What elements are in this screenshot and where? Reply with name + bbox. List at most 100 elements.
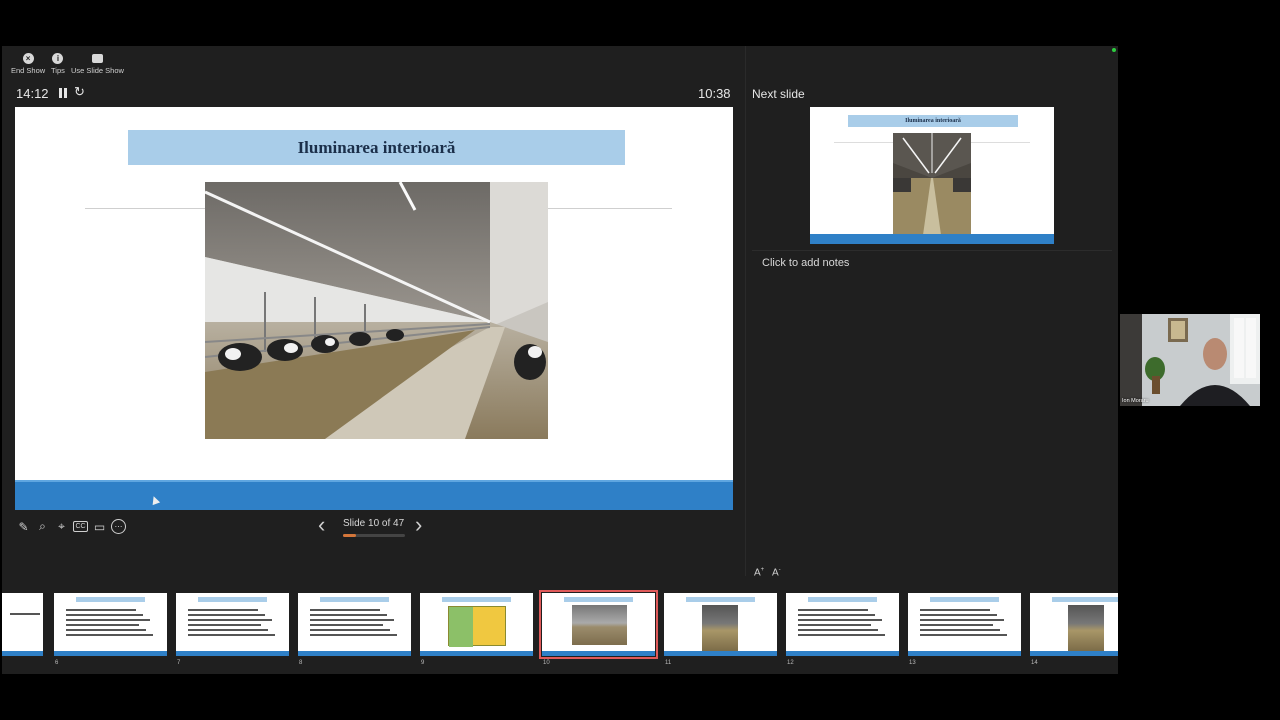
thumbnail-text-line bbox=[188, 619, 272, 621]
slide-thumbnail[interactable] bbox=[54, 593, 167, 656]
webcam-video bbox=[1120, 314, 1260, 406]
speaker-notes[interactable]: Click to add notes bbox=[762, 257, 849, 269]
increase-font-button[interactable]: A+ bbox=[754, 567, 764, 578]
slide-number: 9 bbox=[421, 660, 425, 666]
thumbnail-text-line bbox=[310, 609, 380, 611]
thumbnail-text-line bbox=[798, 614, 875, 616]
info-icon: i bbox=[52, 53, 64, 64]
webcam-feed[interactable]: Ion Moraru bbox=[1120, 314, 1260, 406]
pointer-icon[interactable]: ⌖ bbox=[54, 519, 69, 534]
participant-name: Ion Moraru bbox=[1122, 398, 1149, 404]
slide-number: 6 bbox=[55, 660, 59, 666]
thumbnail-text-line bbox=[920, 634, 1007, 636]
thumbnail-footer-bar bbox=[908, 651, 1021, 656]
thumbnail-text-line bbox=[920, 614, 997, 616]
slide-counter: Slide 10 of 47 bbox=[343, 518, 405, 529]
slideshow-icon bbox=[91, 54, 103, 63]
thumbnail-footer-bar bbox=[298, 651, 411, 656]
current-slide[interactable]: Iluminarea interioară bbox=[15, 107, 733, 510]
thumbnail-title-bar bbox=[686, 597, 755, 602]
thumbnail-text-line bbox=[66, 609, 136, 611]
thumbnail-text-line bbox=[188, 629, 268, 631]
pen-icon[interactable]: ✎ bbox=[16, 519, 31, 534]
slide-number: 11 bbox=[665, 660, 672, 666]
slide-progress bbox=[343, 534, 405, 537]
subtitles-icon[interactable]: CC bbox=[73, 521, 88, 532]
thumbnail-photo bbox=[702, 605, 738, 651]
thumbnail-text-line bbox=[10, 613, 40, 615]
previous-slide-button[interactable]: ‹ bbox=[318, 514, 325, 536]
elapsed-timer: 14:12 bbox=[16, 86, 49, 101]
thumbnail-title-bar bbox=[76, 597, 145, 602]
thumbnail-title-bar bbox=[198, 597, 267, 602]
slide-thumbnail-strip: 6 7 8 9 10 11 12 13 14 bbox=[2, 590, 1118, 674]
thumbnail-text-line bbox=[66, 624, 139, 626]
tips-button[interactable]: i Tips bbox=[51, 53, 65, 75]
thumbnail-table bbox=[448, 606, 506, 647]
thumbnail-title-bar bbox=[930, 597, 999, 602]
slide-number: 13 bbox=[909, 660, 916, 666]
camera-off-icon[interactable]: ▭ bbox=[92, 519, 107, 534]
zoom-icon[interactable]: ⌕ bbox=[35, 519, 50, 534]
thumbnail-text-line bbox=[920, 624, 993, 626]
slide-progress-fill bbox=[343, 534, 357, 537]
slide-thumbnail[interactable] bbox=[2, 593, 43, 656]
thumbnail-text-line bbox=[798, 609, 868, 611]
close-icon: × bbox=[22, 53, 34, 64]
slide-title-bar: Iluminarea interioară bbox=[128, 130, 625, 165]
slide-thumbnail[interactable] bbox=[908, 593, 1021, 656]
thumbnail-photo bbox=[572, 605, 627, 645]
next-slide-button[interactable]: › bbox=[415, 514, 422, 536]
slide-thumbnail[interactable] bbox=[1030, 593, 1118, 656]
thumbnail-text-line bbox=[798, 624, 871, 626]
thumbnail-title-bar bbox=[1052, 597, 1118, 602]
thumbnail-text-line bbox=[920, 609, 990, 611]
next-slide-preview[interactable]: Iluminarea interioară bbox=[810, 107, 1054, 244]
thumbnail-title-bar bbox=[564, 597, 633, 602]
pause-icon[interactable] bbox=[59, 88, 68, 98]
slide-footer-bar bbox=[15, 480, 733, 510]
thumbnail-footer-bar bbox=[2, 651, 43, 656]
slide-thumbnail[interactable] bbox=[786, 593, 899, 656]
thumbnail-text-line bbox=[310, 614, 387, 616]
thumbnail-footer-bar bbox=[420, 651, 533, 656]
notes-divider bbox=[752, 250, 1112, 251]
thumbnail-text-line bbox=[66, 634, 153, 636]
use-slide-show-button[interactable]: Use Slide Show bbox=[71, 53, 124, 75]
thumbnail-footer-bar bbox=[176, 651, 289, 656]
use-slide-show-label: Use Slide Show bbox=[71, 66, 124, 75]
recording-indicator bbox=[1112, 48, 1116, 52]
thumbnail-text-line bbox=[66, 619, 150, 621]
decrease-font-button[interactable]: A- bbox=[772, 567, 781, 578]
more-options-icon[interactable]: ⋯ bbox=[111, 519, 126, 534]
end-show-button[interactable]: × End Show bbox=[11, 53, 45, 75]
thumbnail-footer-bar bbox=[786, 651, 899, 656]
thumbnail-photo bbox=[1068, 605, 1104, 651]
slide-title: Iluminarea interioară bbox=[297, 137, 456, 157]
slide-thumbnail[interactable] bbox=[298, 593, 411, 656]
panel-divider[interactable] bbox=[745, 46, 746, 576]
barn-corridor-photo bbox=[893, 133, 971, 235]
slide-thumbnail[interactable] bbox=[420, 593, 533, 656]
tips-label: Tips bbox=[51, 66, 65, 75]
barn-photo bbox=[205, 182, 548, 439]
thumbnail-text-line bbox=[188, 614, 265, 616]
slide-thumbnail[interactable] bbox=[176, 593, 289, 656]
thumbnail-footer-bar bbox=[542, 651, 655, 656]
next-slide-footer bbox=[810, 234, 1054, 244]
next-slide-title: Iluminarea interioară bbox=[848, 115, 1018, 127]
thumbnail-text-line bbox=[920, 629, 1000, 631]
thumbnail-text-line bbox=[310, 634, 397, 636]
thumbnail-footer-bar bbox=[664, 651, 777, 656]
thumbnail-text-line bbox=[798, 619, 882, 621]
thumbnail-title-bar bbox=[320, 597, 389, 602]
restart-icon[interactable]: ↻ bbox=[74, 85, 85, 98]
thumbnail-text-line bbox=[310, 629, 390, 631]
slide-thumbnail[interactable] bbox=[664, 593, 777, 656]
thumbnail-text-line bbox=[66, 629, 146, 631]
thumbnail-text-line bbox=[798, 629, 878, 631]
thumbnail-text-line bbox=[188, 624, 261, 626]
slide-thumbnail[interactable] bbox=[539, 590, 658, 659]
thumbnail-text-line bbox=[188, 609, 258, 611]
presenter-view: × End Show i Tips Use Slide Show 14:12 ↻… bbox=[2, 46, 1118, 674]
